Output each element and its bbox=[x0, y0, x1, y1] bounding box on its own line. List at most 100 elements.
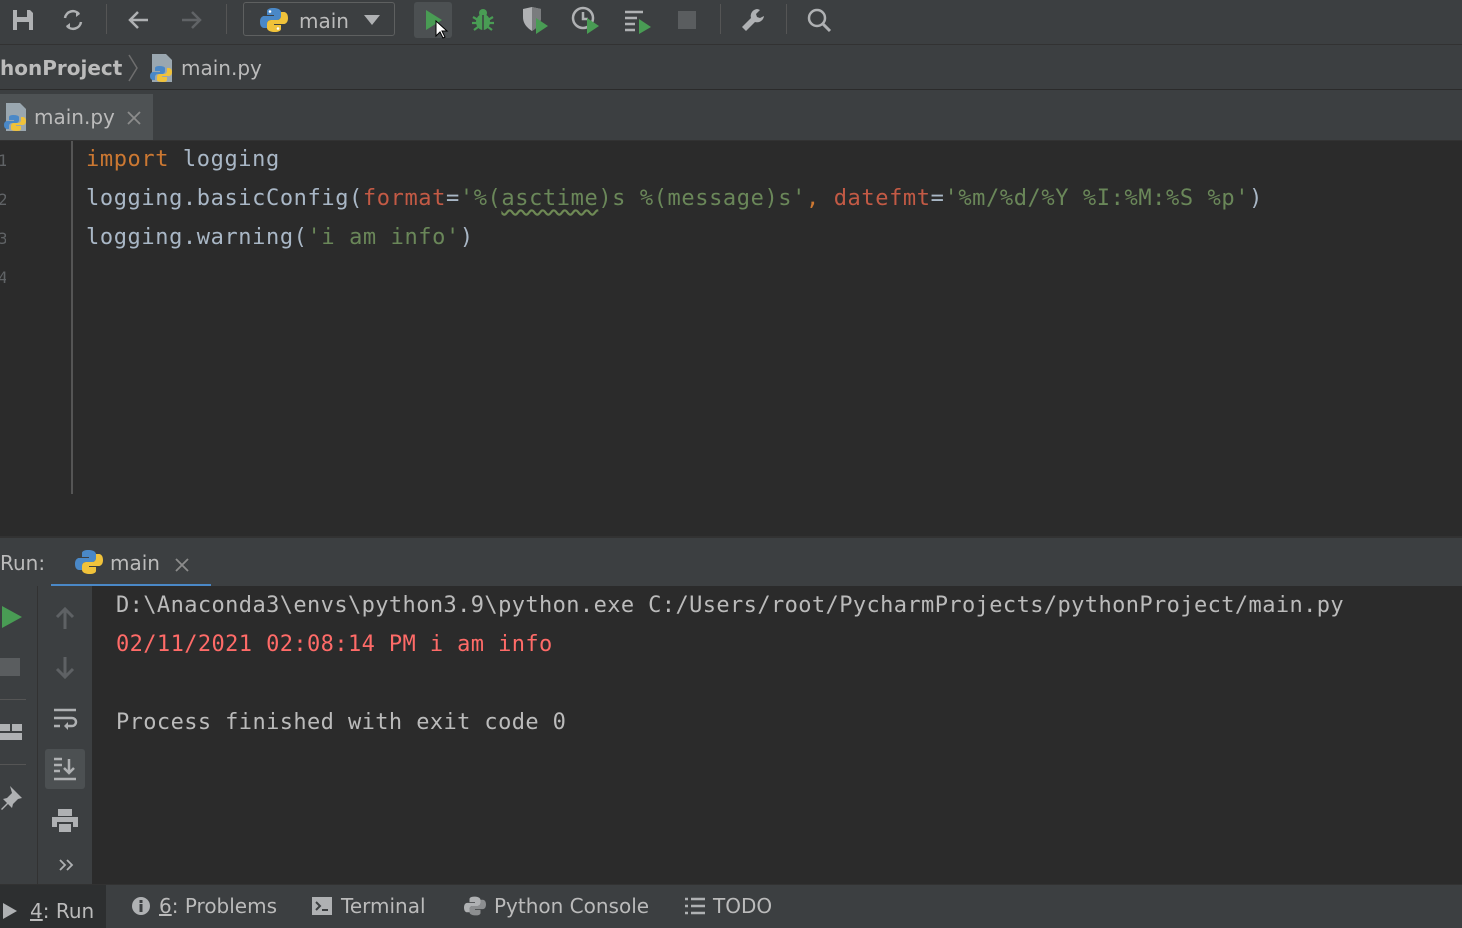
terminal-label: Terminal bbox=[341, 894, 426, 918]
forward-button[interactable] bbox=[174, 4, 208, 36]
concurrency-diagram-button[interactable] bbox=[620, 4, 654, 36]
synchronize-button[interactable] bbox=[56, 4, 90, 36]
stop-icon[interactable] bbox=[0, 656, 22, 678]
close-icon[interactable] bbox=[127, 111, 141, 125]
code-text: = bbox=[445, 186, 460, 211]
editor-tab-main-py[interactable]: main.py bbox=[0, 94, 153, 140]
print-icon[interactable] bbox=[51, 808, 79, 834]
code-line-1: import logging bbox=[86, 147, 280, 172]
python-icon bbox=[260, 8, 288, 32]
breadcrumb: honProject main.py bbox=[0, 45, 1462, 90]
settings-button[interactable] bbox=[736, 4, 770, 36]
console-stderr-line: 02/11/2021 02:08:14 PM i am info bbox=[116, 632, 553, 657]
run-mnemonic: 4 bbox=[30, 899, 43, 923]
restore-layout-icon[interactable] bbox=[0, 720, 24, 744]
run-panel-header: Run: main bbox=[0, 536, 1462, 588]
stop-button[interactable] bbox=[670, 4, 704, 36]
toolbar-separator bbox=[226, 4, 227, 34]
profiler-icon bbox=[571, 6, 599, 34]
code-text: ) bbox=[459, 225, 474, 250]
sync-icon bbox=[63, 9, 83, 31]
breadcrumb-chevron-icon bbox=[128, 54, 138, 82]
coverage-icon bbox=[523, 7, 548, 34]
run-list-icon bbox=[625, 10, 651, 34]
code-line-2: logging.basicConfig(format='%(asctime)s … bbox=[86, 186, 1263, 211]
arrow-up-icon[interactable] bbox=[53, 605, 77, 631]
arrow-down-icon[interactable] bbox=[53, 655, 77, 681]
editor-tab-bar: main.py bbox=[0, 90, 1462, 141]
run-icon bbox=[3, 903, 17, 919]
tool-window-terminal[interactable]: Terminal bbox=[311, 894, 426, 918]
chevron-down-icon bbox=[364, 15, 380, 25]
run-label: : Run bbox=[42, 899, 95, 923]
toolbar-separator bbox=[0, 699, 26, 700]
param-name: datefmt bbox=[833, 186, 931, 211]
run-toolbar-secondary bbox=[38, 586, 92, 884]
debug-button[interactable] bbox=[466, 4, 500, 36]
spelling-warning: asctime bbox=[501, 186, 599, 211]
breadcrumb-project[interactable]: honProject bbox=[0, 56, 122, 80]
run-toolbar-primary bbox=[0, 586, 38, 884]
tool-window-python-console[interactable]: Python Console bbox=[464, 894, 649, 918]
python-file-icon bbox=[150, 54, 172, 82]
arrow-right-icon bbox=[182, 11, 202, 29]
info-icon bbox=[132, 897, 150, 915]
run-tab-main[interactable]: main bbox=[51, 538, 211, 588]
run-panel-label: Run: bbox=[0, 551, 46, 575]
string-literal: '%( bbox=[459, 186, 502, 211]
run-with-coverage-button[interactable] bbox=[518, 4, 552, 36]
code-text: , bbox=[806, 186, 834, 211]
tool-window-todo[interactable]: TODO bbox=[685, 894, 772, 918]
save-button[interactable] bbox=[6, 4, 40, 36]
python-file-icon bbox=[4, 103, 26, 131]
code-text: = bbox=[930, 186, 945, 211]
console-exit-line: Process finished with exit code 0 bbox=[116, 710, 567, 735]
python-icon bbox=[75, 550, 103, 574]
run-console-output[interactable]: D:\Anaconda3\envs\python3.9\python.exe C… bbox=[92, 586, 1462, 884]
pin-icon[interactable] bbox=[0, 784, 24, 810]
back-button[interactable] bbox=[122, 4, 156, 36]
toolbar-separator bbox=[0, 764, 26, 765]
code-line-3: logging.warning('i am info') bbox=[86, 225, 474, 250]
rerun-icon[interactable] bbox=[0, 604, 24, 630]
run-configuration-selector[interactable]: main bbox=[243, 2, 395, 36]
toolbar-separator bbox=[786, 4, 787, 34]
tool-window-run[interactable]: 4: Run bbox=[0, 885, 106, 928]
line-number: 2 bbox=[0, 190, 6, 209]
param-name: format bbox=[362, 186, 446, 211]
search-button[interactable] bbox=[802, 4, 836, 36]
mouse-cursor-icon bbox=[435, 20, 449, 39]
line-number: 3 bbox=[0, 229, 6, 248]
code-editor[interactable]: 1 2 3 4 import logging logging.basicConf… bbox=[0, 141, 1462, 534]
close-icon[interactable] bbox=[175, 558, 189, 572]
scroll-to-end-button[interactable] bbox=[45, 749, 85, 789]
run-config-label: main bbox=[299, 9, 349, 33]
tool-window-problems[interactable]: 6: Problems bbox=[131, 894, 277, 918]
todo-label: TODO bbox=[713, 894, 773, 918]
profile-button[interactable] bbox=[568, 4, 602, 36]
toolbar-separator bbox=[106, 4, 107, 34]
line-number: 4 bbox=[0, 268, 6, 287]
string-literal: )s %(message)s' bbox=[598, 186, 806, 211]
more-actions-icon[interactable] bbox=[58, 858, 74, 872]
console-command-line: D:\Anaconda3\envs\python3.9\python.exe C… bbox=[116, 593, 1345, 618]
code-text: ) bbox=[1249, 186, 1263, 211]
python-console-label: Python Console bbox=[494, 894, 650, 918]
list-icon bbox=[685, 897, 705, 915]
problems-label: : Problems bbox=[171, 894, 278, 918]
soft-wrap-icon[interactable] bbox=[52, 706, 78, 732]
toolbar-separator bbox=[720, 4, 721, 34]
terminal-icon bbox=[312, 897, 332, 915]
breadcrumb-file[interactable]: main.py bbox=[181, 56, 262, 80]
line-number: 1 bbox=[0, 151, 6, 170]
problems-mnemonic: 6 bbox=[159, 894, 172, 918]
arrow-left-icon bbox=[128, 11, 148, 29]
editor-tab-label: main.py bbox=[34, 105, 115, 129]
save-icon bbox=[13, 10, 33, 30]
wrench-icon bbox=[742, 9, 764, 31]
gutter-divider bbox=[71, 141, 73, 494]
string-literal: 'i am info' bbox=[307, 225, 460, 250]
keyword: import bbox=[86, 147, 170, 172]
python-console-icon bbox=[464, 896, 486, 916]
code-text: logging.warning( bbox=[86, 225, 308, 250]
